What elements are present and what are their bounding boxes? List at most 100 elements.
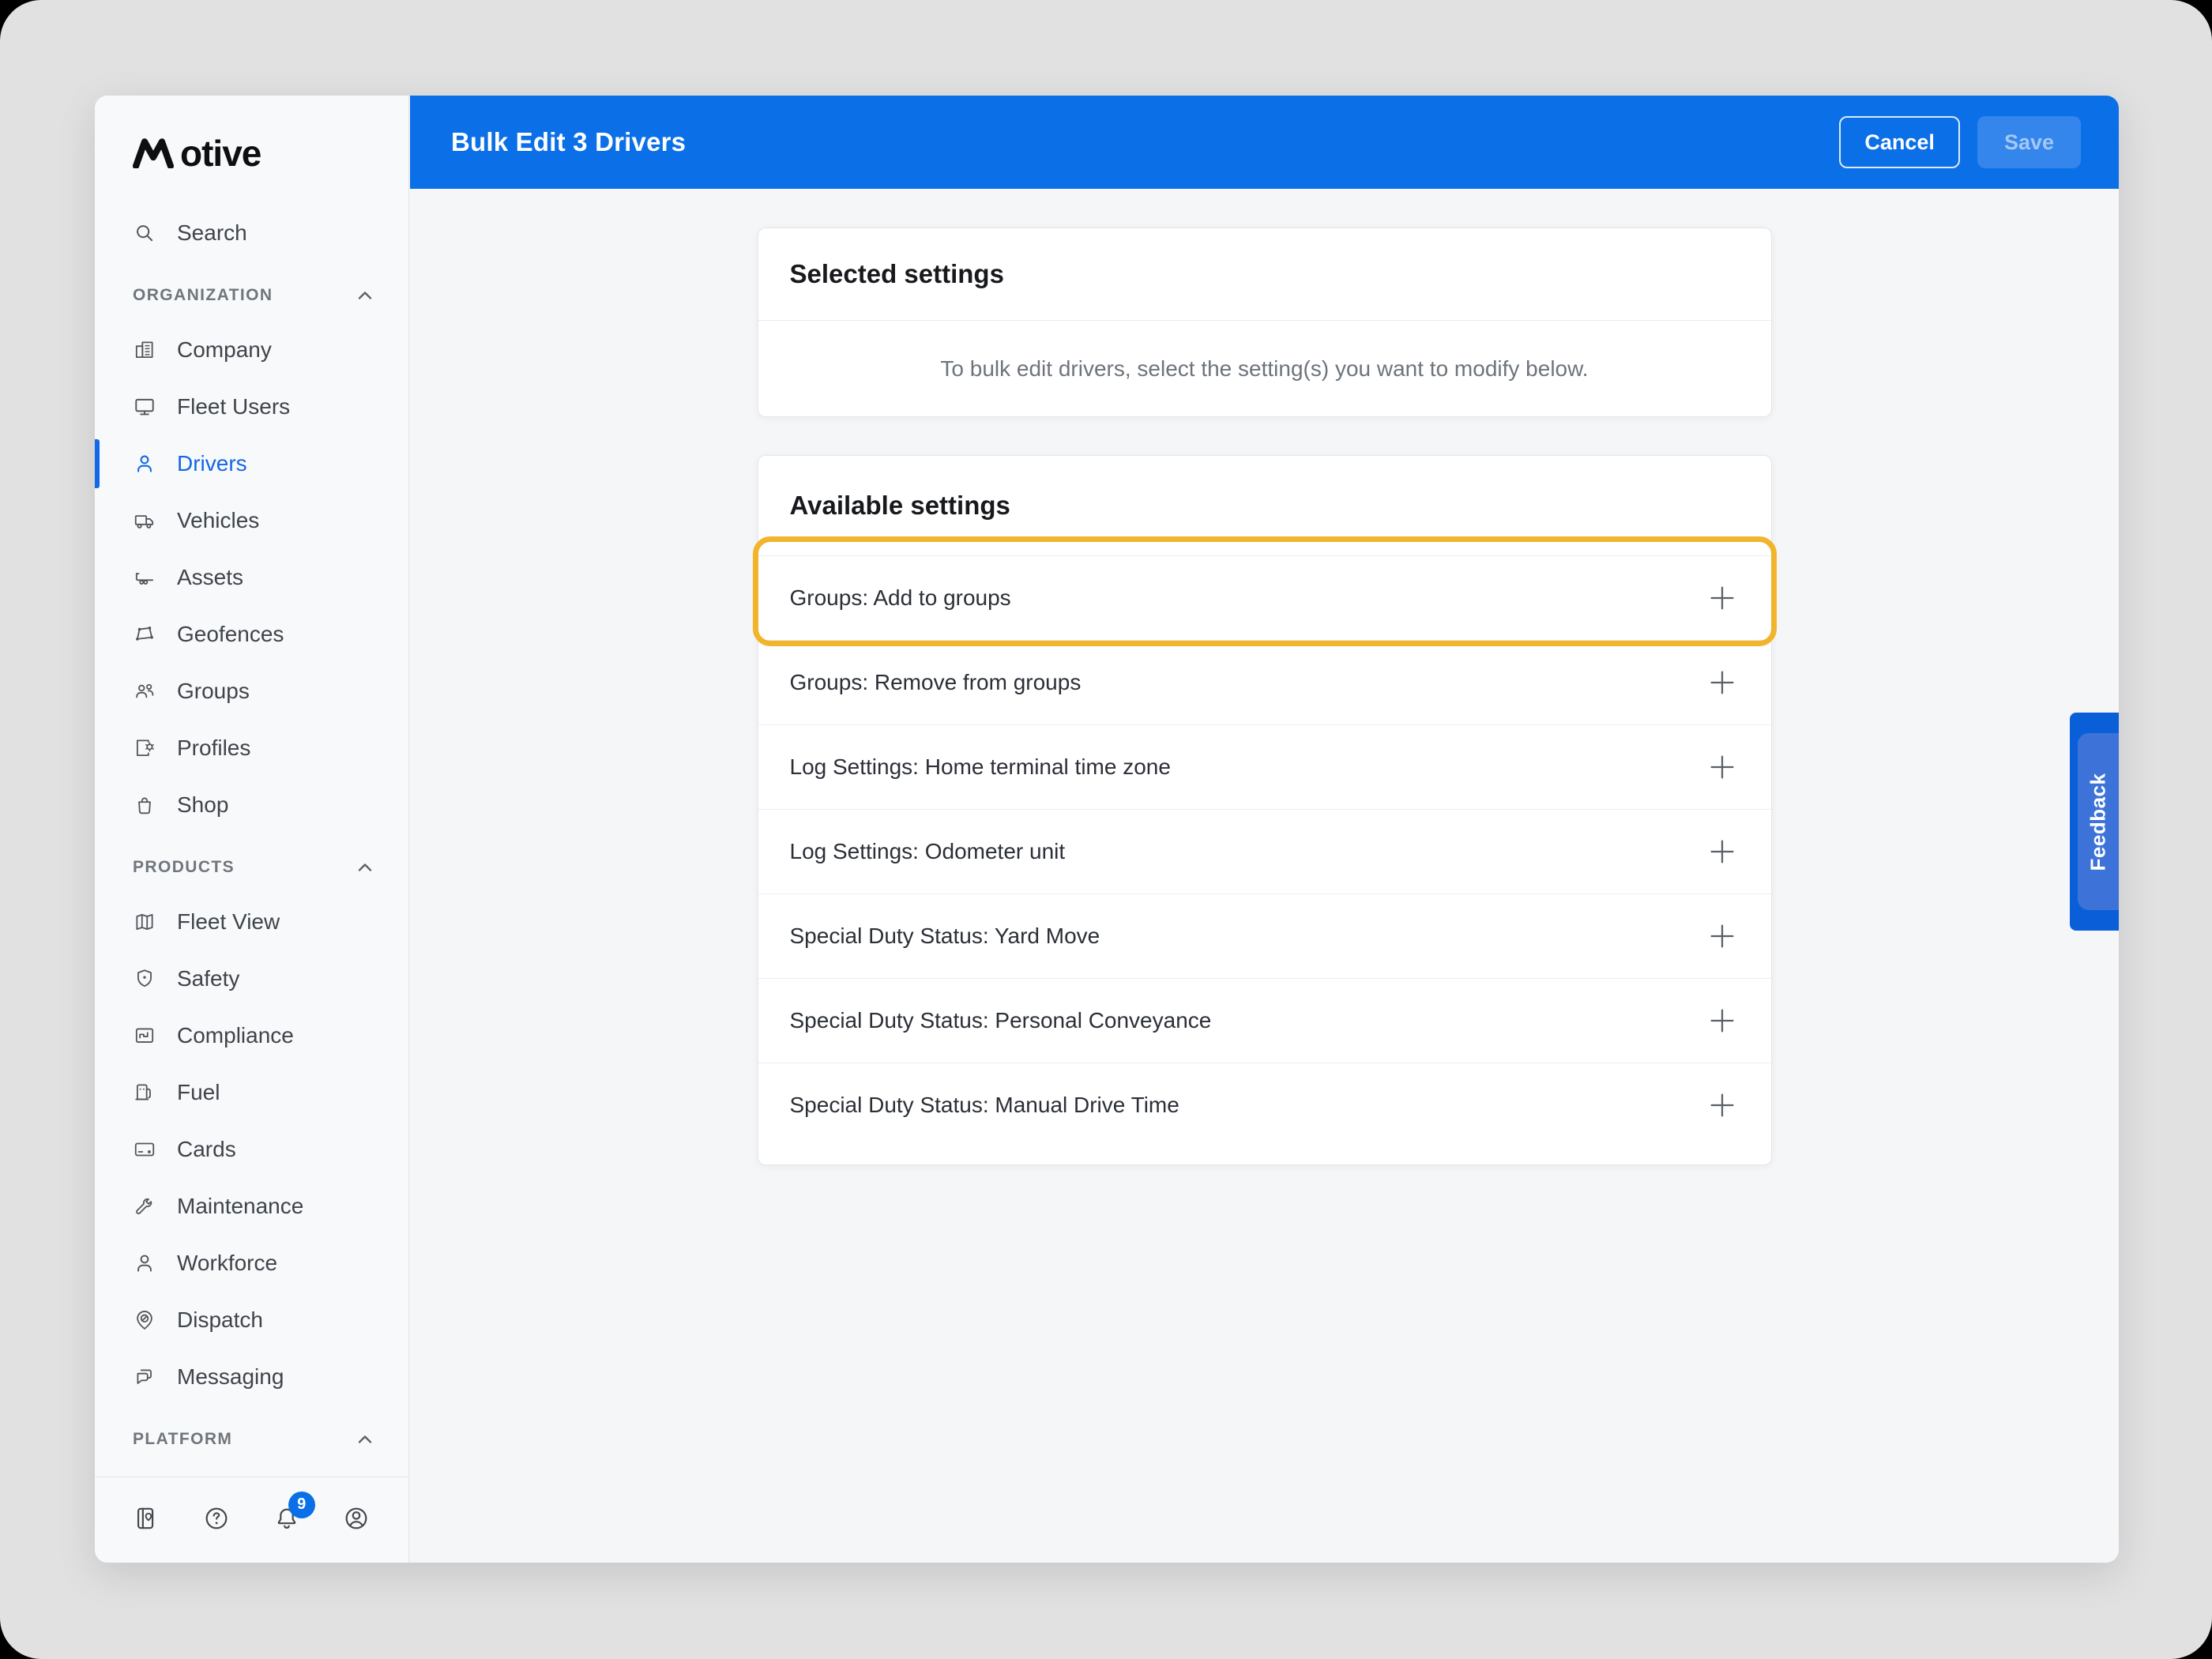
sidebar-item-label: Fuel — [177, 1080, 220, 1105]
credit-card-icon — [133, 1138, 156, 1161]
sidebar-item-safety[interactable]: Safety — [95, 950, 408, 1007]
sidebar-item-dispatch[interactable]: Dispatch — [95, 1292, 408, 1349]
sidebar-item-shop[interactable]: Shop — [95, 777, 408, 833]
bulk-edit-header: Bulk Edit 3 Drivers Cancel Save — [410, 96, 2119, 189]
add-setting-plus-icon[interactable] — [1705, 834, 1740, 869]
sidebar-item-label: Dispatch — [177, 1307, 263, 1333]
setting-row-special-duty-status-yard-move[interactable]: Special Duty Status: Yard Move — [758, 893, 1771, 978]
sidebar-item-fleet-users[interactable]: Fleet Users — [95, 378, 408, 435]
sidebar-item-label: Cards — [177, 1137, 236, 1162]
chevron-up-icon — [356, 862, 374, 873]
selected-item-indicator — [95, 439, 100, 488]
setting-row-log-settings-odometer-unit[interactable]: Log Settings: Odometer unit — [758, 809, 1771, 893]
sidebar-item-geofences[interactable]: Geofences — [95, 606, 408, 663]
available-settings-title: Available settings — [758, 456, 1771, 555]
sidebar-section-header-organization[interactable]: ORGANIZATION — [95, 269, 408, 322]
sidebar-item-maintenance[interactable]: Maintenance — [95, 1178, 408, 1235]
cancel-button[interactable]: Cancel — [1839, 116, 1960, 168]
add-setting-plus-icon[interactable] — [1705, 665, 1740, 700]
search-label: Search — [177, 220, 247, 246]
setting-row-groups-remove-from-groups[interactable]: Groups: Remove from groups — [758, 640, 1771, 724]
sidebar-item-label: Groups — [177, 679, 250, 704]
compliance-chart-icon — [133, 1024, 156, 1048]
sidebar-item-groups[interactable]: Groups — [95, 663, 408, 720]
help-button[interactable] — [202, 1504, 231, 1537]
selected-settings-title: Selected settings — [758, 228, 1771, 321]
workforce-person-icon — [133, 1251, 156, 1275]
sidebar-item-security-and-data[interactable]: Security and Data — [95, 1465, 408, 1477]
setting-row-special-duty-status-manual-drive-time[interactable]: Special Duty Status: Manual Drive Time — [758, 1063, 1771, 1147]
sidebar-item-cards[interactable]: Cards — [95, 1121, 408, 1178]
sidebar-item-label: Fleet Users — [177, 394, 290, 419]
sidebar-sections: ORGANIZATION Company Fleet Users Drivers Veh… — [95, 269, 408, 1477]
sidebar-section-label: PLATFORM — [133, 1430, 232, 1449]
sidebar-item-fleet-view[interactable]: Fleet View — [95, 893, 408, 950]
sidebar-section-label: PRODUCTS — [133, 858, 235, 877]
search-icon — [133, 221, 156, 245]
notification-count-badge: 9 — [288, 1492, 315, 1518]
truck-icon — [133, 509, 156, 532]
shield-dot-icon — [133, 967, 156, 991]
chevron-up-icon — [356, 290, 374, 301]
sidebar-item-label: Workforce — [177, 1251, 277, 1276]
setting-row-label: Log Settings: Odometer unit — [790, 839, 1066, 864]
setting-row-groups-add-to-groups[interactable]: Groups: Add to groups — [758, 555, 1771, 640]
setting-row-special-duty-status-personal-conveyance[interactable]: Special Duty Status: Personal Conveyance — [758, 978, 1771, 1063]
setting-row-label: Log Settings: Home terminal time zone — [790, 754, 1171, 780]
sidebar-item-label: Fleet View — [177, 909, 280, 935]
sidebar-item-vehicles[interactable]: Vehicles — [95, 492, 408, 549]
document-gear-icon — [133, 736, 156, 760]
sidebar-item-label: Compliance — [177, 1023, 294, 1048]
feedback-tab-label: Feedback — [2086, 773, 2111, 871]
guide-map-button[interactable] — [133, 1504, 161, 1537]
add-setting-plus-icon[interactable] — [1705, 919, 1740, 954]
sidebar-search[interactable]: Search — [95, 205, 408, 261]
feedback-tab[interactable]: Feedback — [2070, 713, 2119, 931]
sidebar-item-messaging[interactable]: Messaging — [95, 1349, 408, 1405]
feedback-tab-inner: Feedback — [2078, 733, 2119, 910]
setting-row-label: Groups: Remove from groups — [790, 670, 1082, 695]
add-setting-plus-icon[interactable] — [1705, 750, 1740, 784]
help-icon — [202, 1504, 231, 1533]
sidebar-item-company[interactable]: Company — [95, 322, 408, 378]
driver-person-icon — [133, 452, 156, 476]
geofence-polygon-icon — [133, 623, 156, 646]
page-title: Bulk Edit 3 Drivers — [451, 127, 1839, 157]
map-icon — [133, 910, 156, 934]
page-background: otive Search ORGANIZATION Company Fleet Us… — [0, 0, 2212, 1659]
sidebar-item-label: Safety — [177, 966, 239, 991]
sidebar-item-workforce[interactable]: Workforce — [95, 1235, 408, 1292]
sidebar-item-assets[interactable]: Assets — [95, 549, 408, 606]
account-button[interactable] — [342, 1504, 371, 1537]
sidebar-item-label: Messaging — [177, 1364, 284, 1390]
sidebar-section-header-platform[interactable]: PLATFORM — [95, 1413, 408, 1465]
available-settings-rows: Groups: Add to groups Groups: Remove from… — [758, 555, 1771, 1147]
add-setting-plus-icon[interactable] — [1705, 1003, 1740, 1038]
add-setting-plus-icon[interactable] — [1705, 581, 1740, 615]
sidebar-section-label: ORGANIZATION — [133, 286, 273, 305]
notifications-bell-button[interactable]: 9 — [273, 1504, 301, 1537]
sidebar-item-fuel[interactable]: Fuel — [95, 1064, 408, 1121]
sidebar-item-label: Geofences — [177, 622, 284, 647]
sidebar-section-header-products[interactable]: PRODUCTS — [95, 841, 408, 893]
shopping-bag-icon — [133, 793, 156, 817]
guide-map-icon — [133, 1504, 161, 1533]
app-window: otive Search ORGANIZATION Company Fleet Us… — [95, 96, 2119, 1563]
account-icon — [342, 1504, 371, 1533]
content-area: Selected settings To bulk edit drivers, … — [410, 189, 2119, 1563]
wrench-icon — [133, 1194, 156, 1218]
motive-logo: otive — [133, 132, 261, 175]
add-setting-plus-icon[interactable] — [1705, 1088, 1740, 1123]
sidebar-item-compliance[interactable]: Compliance — [95, 1007, 408, 1064]
sidebar-item-drivers[interactable]: Drivers — [95, 435, 408, 492]
company-building-icon — [133, 338, 156, 362]
motive-logo-text: otive — [180, 132, 261, 175]
sidebar-footer: 9 — [95, 1477, 408, 1563]
sidebar-item-label: Maintenance — [177, 1194, 303, 1219]
setting-row-log-settings-home-terminal-time-zone[interactable]: Log Settings: Home terminal time zone — [758, 724, 1771, 809]
sidebar-item-label: Vehicles — [177, 508, 259, 533]
monitor-icon — [133, 395, 156, 419]
sidebar-item-profiles[interactable]: Profiles — [95, 720, 408, 777]
save-button[interactable]: Save — [1977, 116, 2081, 168]
sidebar-item-label: Drivers — [177, 451, 247, 476]
